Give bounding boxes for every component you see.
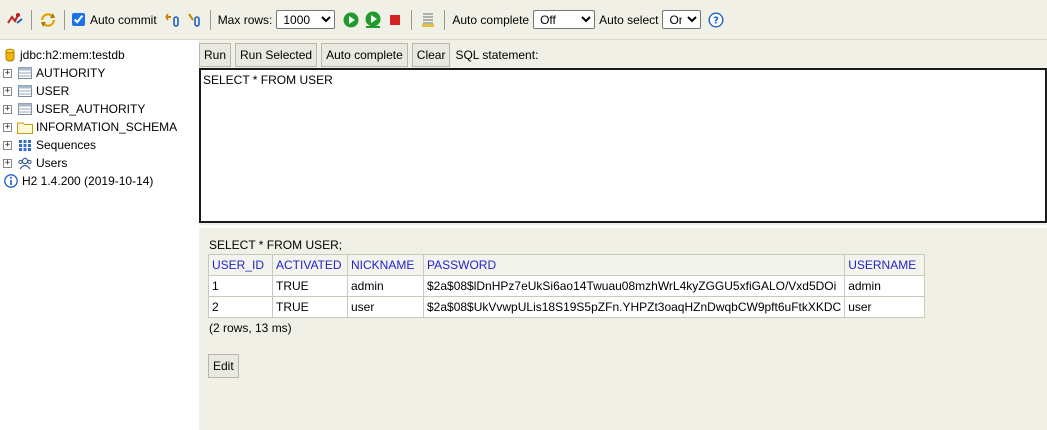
- database-tree: jdbc:h2:mem:testdb + AUTHORITY + USER + …: [0, 44, 198, 430]
- sequences-icon: [17, 137, 33, 153]
- edit-button[interactable]: Edit: [208, 354, 239, 378]
- table-icon: [17, 83, 33, 99]
- disconnect-icon[interactable]: [4, 9, 26, 31]
- history-icon[interactable]: [417, 9, 439, 31]
- toolbar-separator: [411, 9, 413, 30]
- table-cell: $2a$08$lDnHPz7eUkSi6ao14Twuau08mzhWrL4ky…: [422, 275, 846, 297]
- table-cell: $2a$08$UkVvwpULis18S19S5pZFn.YHPZt3oaqHZ…: [422, 296, 846, 318]
- help-icon[interactable]: ?: [705, 9, 727, 31]
- auto-select-label: Auto select: [599, 12, 659, 27]
- table-cell: TRUE: [272, 296, 348, 318]
- tree-item-label: Users: [36, 156, 68, 170]
- result-header-row: USER_ID ACTIVATED NICKNAME PASSWORD USER…: [208, 254, 926, 276]
- tree-item-information-schema[interactable]: + INFORMATION_SCHEMA: [3, 118, 177, 136]
- tree-item-label: USER_AUTHORITY: [36, 102, 146, 116]
- column-header[interactable]: PASSWORD: [422, 254, 846, 276]
- tree-connection[interactable]: jdbc:h2:mem:testdb: [4, 46, 125, 64]
- tree-item-user-authority[interactable]: + USER_AUTHORITY: [3, 100, 145, 118]
- expand-icon[interactable]: +: [3, 158, 12, 168]
- expand-icon[interactable]: +: [3, 122, 12, 132]
- column-header[interactable]: USER_ID: [208, 254, 273, 276]
- result-sql: SELECT * FROM USER;: [209, 238, 343, 252]
- version-label: H2 1.4.200 (2019-10-14): [22, 174, 154, 188]
- table-cell: 2: [208, 296, 273, 318]
- table-cell: user: [347, 296, 424, 318]
- sql-editor[interactable]: SELECT * FROM USER: [199, 68, 1047, 223]
- auto-complete-select[interactable]: Off: [533, 10, 596, 29]
- run-selected-button[interactable]: Run Selected: [235, 43, 318, 67]
- stop-icon[interactable]: [384, 9, 406, 31]
- refresh-icon[interactable]: [37, 9, 59, 31]
- query-buttons: Run Run Selected Auto complete Clear SQL…: [199, 43, 538, 67]
- toolbar-separator: [209, 9, 211, 30]
- tree-item-authority[interactable]: + AUTHORITY: [3, 64, 105, 82]
- column-header[interactable]: NICKNAME: [347, 254, 424, 276]
- toolbar-separator: [444, 9, 446, 30]
- tree-item-sequences[interactable]: + Sequences: [3, 136, 96, 154]
- commit-icon[interactable]: [183, 9, 205, 31]
- info-icon: [3, 173, 19, 189]
- folder-icon: [17, 119, 33, 135]
- svg-text:?: ?: [714, 15, 720, 26]
- table-row: 2 TRUE user $2a$08$UkVvwpULis18S19S5pZFn…: [208, 296, 926, 318]
- run-icon[interactable]: [340, 9, 362, 31]
- clear-button[interactable]: Clear: [411, 43, 451, 67]
- query-panel: Run Run Selected Auto complete Clear SQL…: [199, 40, 1047, 225]
- tree-item-user[interactable]: + USER: [3, 82, 69, 100]
- table-cell: user: [844, 296, 926, 318]
- table-icon: [17, 101, 33, 117]
- toolbar-separator: [64, 9, 65, 30]
- tree-item-label: Sequences: [36, 138, 97, 152]
- expand-icon[interactable]: +: [3, 104, 12, 114]
- auto-commit-checkbox[interactable]: Auto commit: [70, 13, 161, 27]
- auto-complete-button[interactable]: Auto complete: [321, 43, 408, 67]
- sql-statement-label: SQL statement:: [455, 48, 539, 62]
- max-rows-label: Max rows:: [217, 12, 273, 27]
- tree-item-users[interactable]: + Users: [3, 154, 67, 172]
- tree-item-label: USER: [36, 84, 70, 98]
- expand-icon[interactable]: +: [3, 68, 12, 78]
- column-header[interactable]: ACTIVATED: [272, 254, 348, 276]
- table-row: 1 TRUE admin $2a$08$lDnHPz7eUkSi6ao14Twu…: [208, 275, 926, 297]
- expand-icon[interactable]: +: [3, 140, 12, 150]
- rollback-icon[interactable]: [161, 9, 183, 31]
- result-panel: SELECT * FROM USER; USER_ID ACTIVATED NI…: [199, 228, 1047, 430]
- result-table: USER_ID ACTIVATED NICKNAME PASSWORD USER…: [208, 254, 926, 318]
- table-cell: admin: [347, 275, 424, 297]
- database-icon: [4, 47, 16, 63]
- expand-icon[interactable]: +: [3, 86, 12, 96]
- table-cell: 1: [208, 275, 273, 297]
- connection-label: jdbc:h2:mem:testdb: [20, 48, 125, 62]
- result-summary: (2 rows, 13 ms): [209, 321, 292, 335]
- auto-complete-label: Auto complete: [452, 12, 530, 27]
- run-button[interactable]: Run: [199, 43, 232, 67]
- toolbar-separator: [31, 9, 32, 30]
- table-cell: TRUE: [272, 275, 348, 297]
- tree-item-label: AUTHORITY: [36, 66, 106, 80]
- max-rows-select[interactable]: 1000: [276, 10, 336, 29]
- auto-commit-label: Auto commit: [90, 12, 157, 27]
- table-cell: admin: [844, 275, 926, 297]
- tree-item-label: INFORMATION_SCHEMA: [36, 120, 178, 134]
- column-header[interactable]: USERNAME: [844, 254, 926, 276]
- users-icon: [17, 155, 33, 171]
- auto-commit-check[interactable]: [72, 13, 85, 26]
- tree-version: H2 1.4.200 (2019-10-14): [3, 172, 153, 190]
- toolbar: Auto commit Max rows: 1000 Auto complete…: [0, 0, 1047, 40]
- auto-select-select[interactable]: On: [662, 10, 702, 29]
- run-selected-icon[interactable]: [362, 9, 384, 31]
- table-icon: [17, 65, 33, 81]
